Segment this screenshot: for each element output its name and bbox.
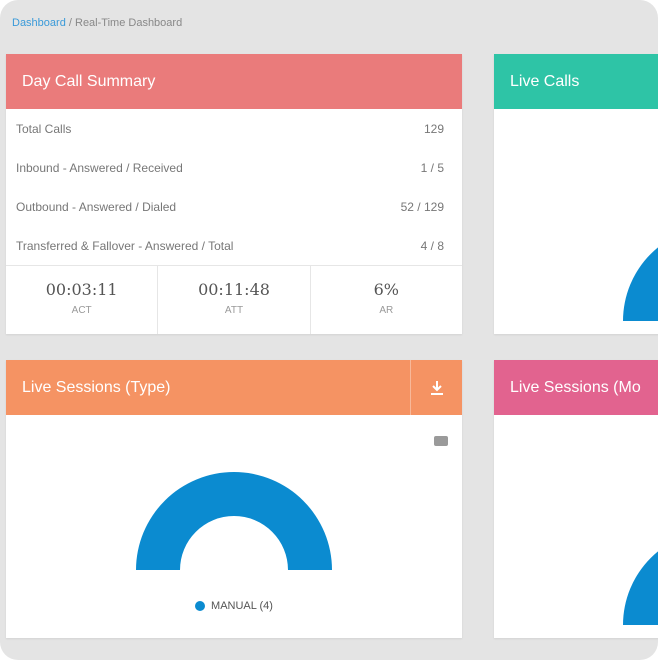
stat-label: Transferred & Fallover - Answered / Tota… bbox=[16, 238, 234, 253]
stat-label: Total Calls bbox=[16, 121, 72, 136]
stat-value: 52 / 129 bbox=[400, 199, 444, 214]
stat-value: 1 / 5 bbox=[420, 160, 444, 175]
live-sessions-type-gauge bbox=[136, 472, 332, 570]
live-sessions-mode-gauge-arc bbox=[623, 551, 658, 625]
stat-row-transferred: Transferred & Fallover - Answered / Tota… bbox=[6, 226, 462, 265]
stat-row-inbound: Inbound - Answered / Received 1 / 5 bbox=[6, 148, 462, 187]
metric-ar: 6% AR bbox=[311, 266, 462, 334]
stat-value: 4 / 8 bbox=[420, 238, 444, 253]
dashboard-frame: Dashboard / Real-Time Dashboard Day Call… bbox=[0, 0, 658, 660]
live-sessions-type-gauge-arc bbox=[136, 472, 332, 570]
metrics-strip: 00:03:11 ACT 00:11:48 ATT 6% AR bbox=[6, 265, 462, 334]
stat-list: Total Calls 129 Inbound - Answered / Rec… bbox=[6, 109, 462, 265]
legend-dot bbox=[195, 601, 206, 611]
download-icon bbox=[430, 380, 443, 395]
metric-value: 00:03:11 bbox=[45, 280, 118, 299]
stat-value: 129 bbox=[423, 121, 444, 136]
stat-label: Outbound - Answered / Dialed bbox=[16, 199, 177, 214]
breadcrumb-current: Real-Time Dashboard bbox=[75, 17, 183, 29]
metric-label: ATT bbox=[224, 305, 244, 316]
day-call-summary-panel: Day Call Summary Total Calls 129 Inbound… bbox=[6, 54, 462, 334]
metric-label: ACT bbox=[71, 305, 92, 316]
metric-label: AR bbox=[379, 305, 394, 316]
live-calls-gauge bbox=[623, 247, 658, 321]
breadcrumb-dashboard-link[interactable]: Dashboard bbox=[12, 17, 66, 29]
chart-legend: MANUAL (4) bbox=[6, 600, 462, 612]
day-call-summary-header: Day Call Summary bbox=[6, 54, 462, 109]
live-sessions-type-header: Live Sessions (Type) bbox=[6, 360, 462, 415]
live-sessions-mode-panel: Live Sessions (Mo bbox=[494, 360, 658, 638]
live-calls-panel: Live Calls bbox=[494, 54, 658, 334]
metric-att: 00:11:48 ATT bbox=[158, 266, 311, 334]
stat-row-total-calls: Total Calls 129 bbox=[6, 109, 462, 148]
live-sessions-mode-gauge bbox=[623, 551, 658, 625]
metric-value: 00:11:48 bbox=[198, 280, 270, 299]
live-calls-gauge-arc bbox=[623, 247, 658, 321]
download-button[interactable] bbox=[410, 360, 462, 415]
live-calls-header: Live Calls bbox=[494, 54, 658, 109]
breadcrumb: Dashboard / Real-Time Dashboard bbox=[12, 17, 182, 29]
stat-label: Inbound - Answered / Received bbox=[16, 160, 183, 175]
live-sessions-type-title: Live Sessions (Type) bbox=[22, 379, 171, 396]
breadcrumb-separator: / bbox=[65, 17, 75, 29]
metric-value: 6% bbox=[373, 280, 400, 299]
live-sessions-mode-header: Live Sessions (Mo bbox=[494, 360, 658, 415]
legend-label[interactable]: MANUAL (4) bbox=[211, 600, 273, 612]
live-sessions-type-panel: Live Sessions (Type) MANUAL (4) bbox=[6, 360, 462, 638]
stat-row-outbound: Outbound - Answered / Dialed 52 / 129 bbox=[6, 187, 462, 226]
metric-act: 00:03:11 ACT bbox=[6, 266, 159, 334]
